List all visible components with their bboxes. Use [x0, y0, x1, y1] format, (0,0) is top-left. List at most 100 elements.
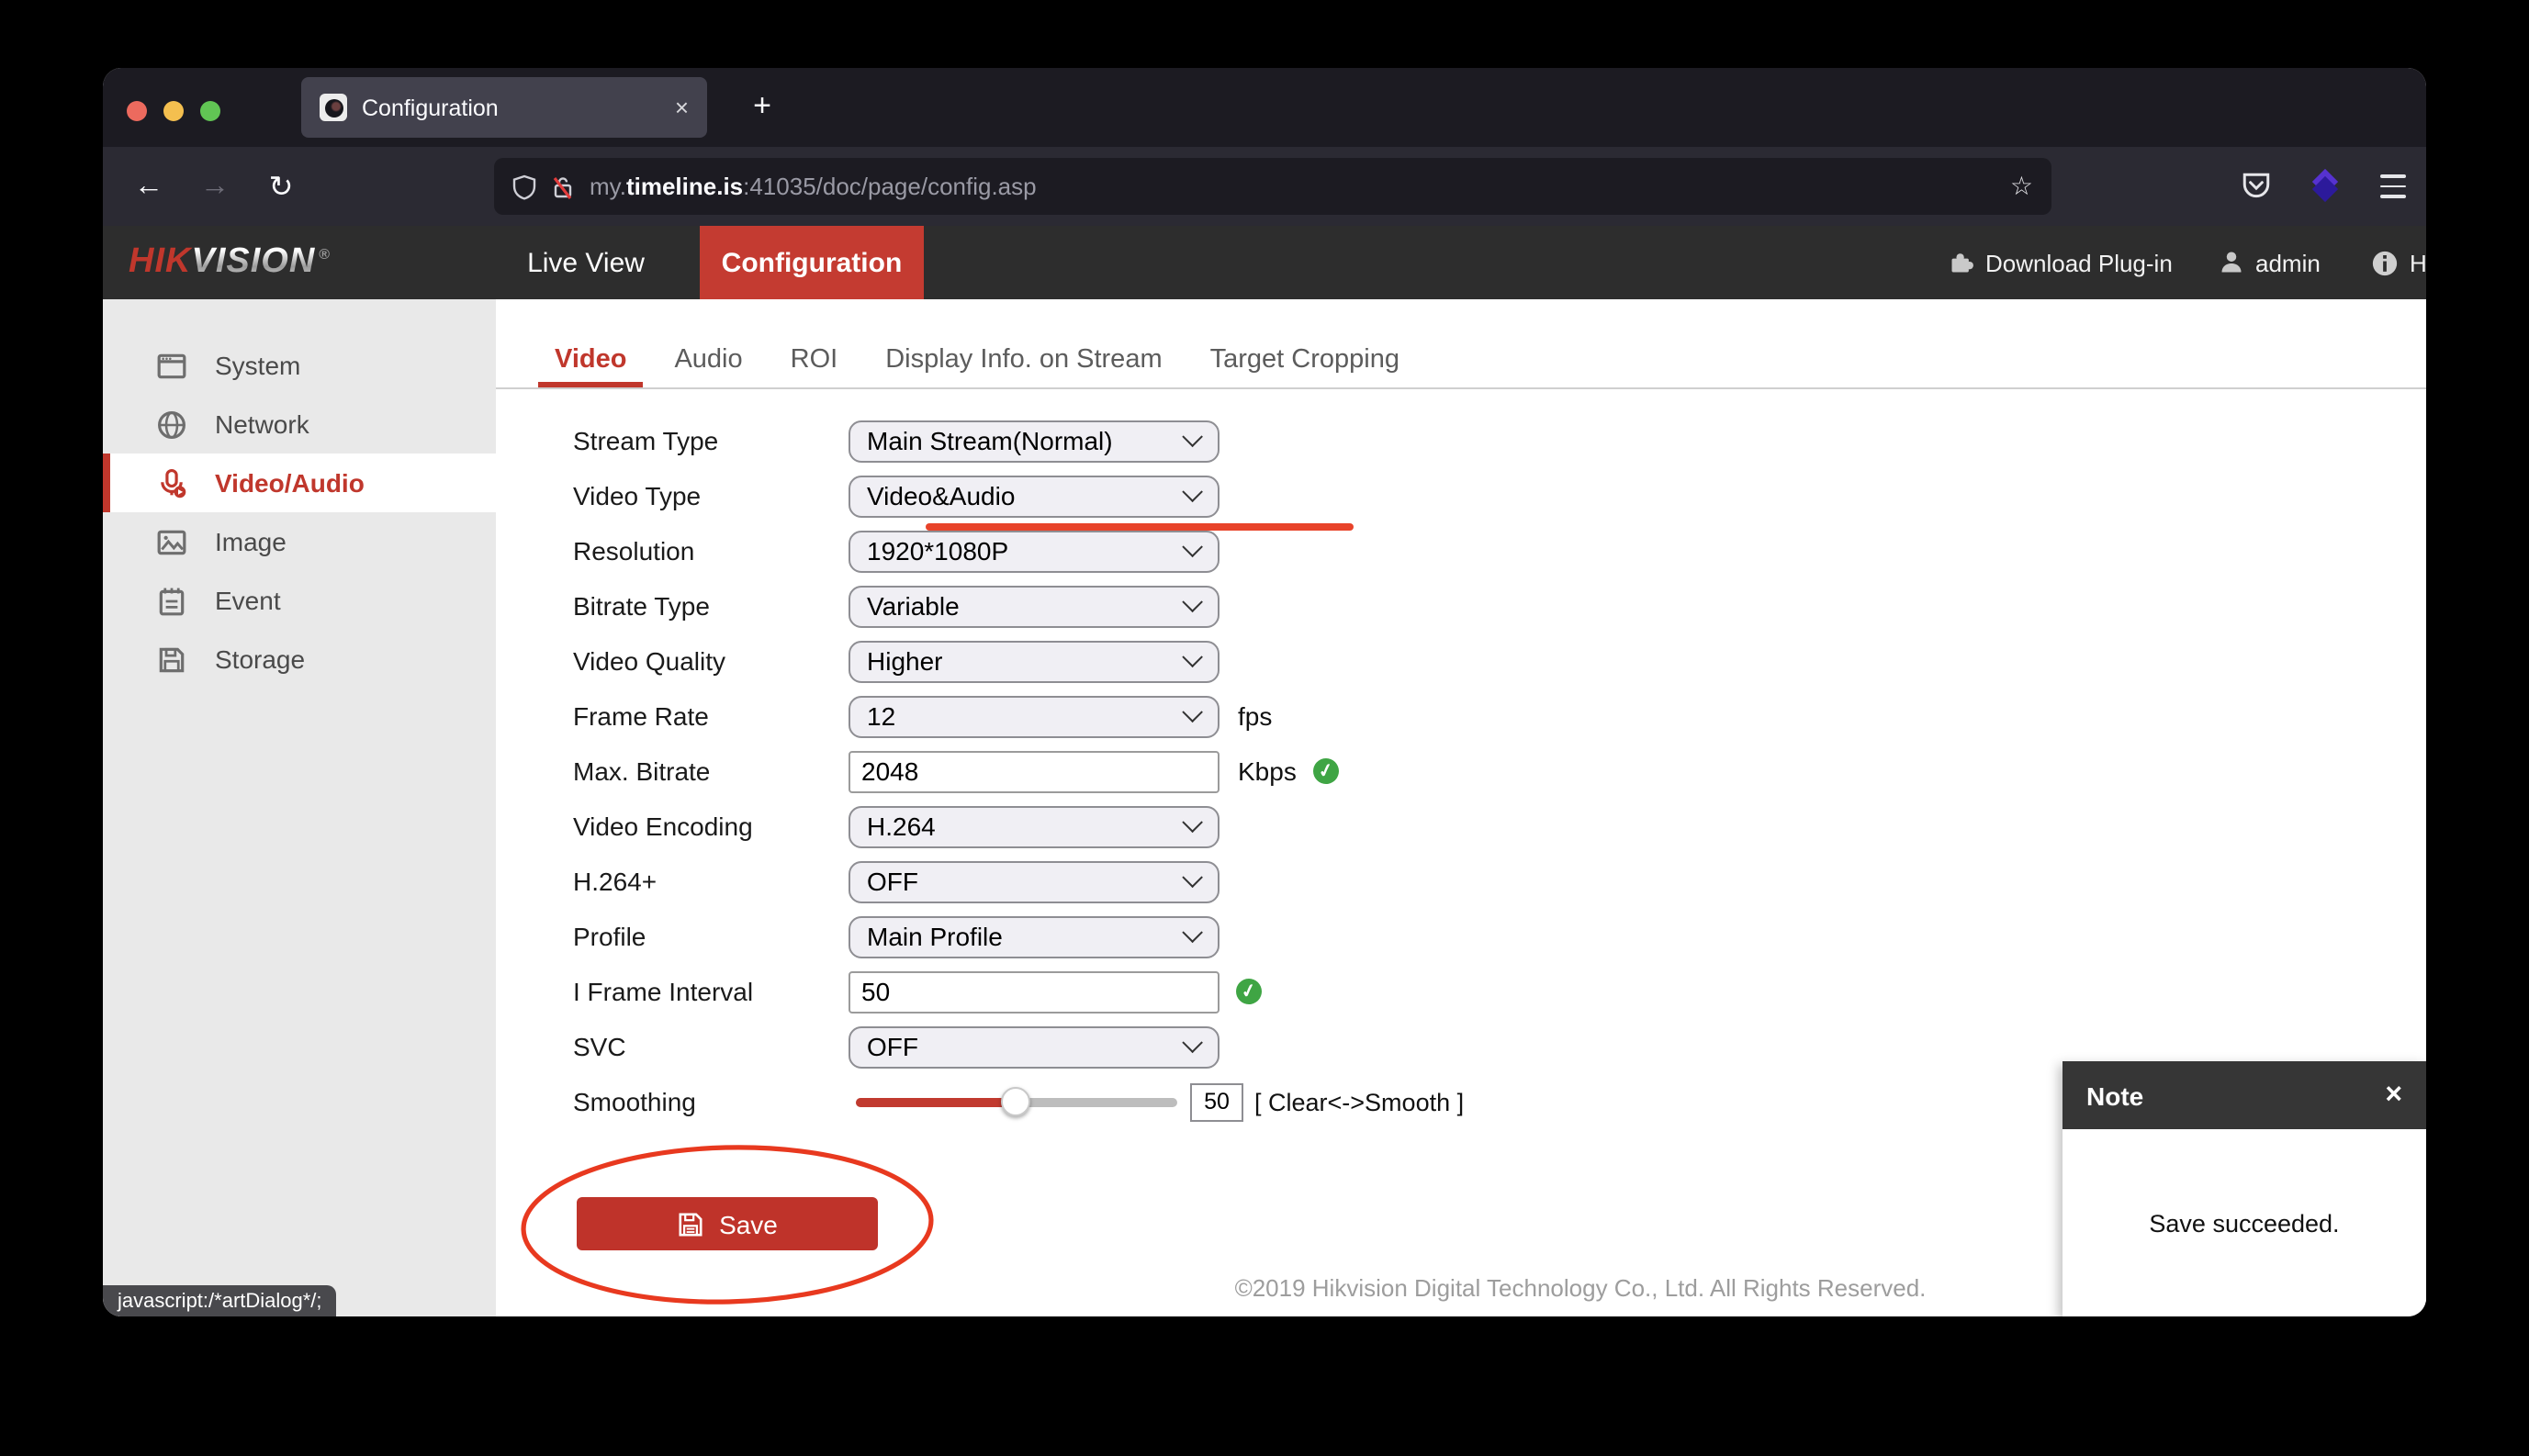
- form-row-stream-type: Stream Type Main Stream(Normal): [496, 413, 2426, 468]
- tab-favicon-camera-icon: [320, 94, 347, 121]
- tab-roi[interactable]: ROI: [791, 330, 838, 387]
- new-tab-button[interactable]: +: [740, 84, 784, 129]
- nav-configuration[interactable]: Configuration: [700, 226, 924, 299]
- browser-window: Configuration × + ← → ↻: [103, 68, 2426, 1316]
- microphone-icon: [156, 467, 187, 498]
- download-plugin-label: Download Plug-in: [1985, 249, 2173, 276]
- close-window-button[interactable]: [127, 101, 147, 121]
- tab-video[interactable]: Video: [555, 330, 626, 387]
- i-frame-interval-input[interactable]: [849, 970, 1220, 1013]
- info-icon: [2371, 249, 2399, 276]
- field-label: Max. Bitrate: [573, 756, 849, 786]
- reload-icon[interactable]: ↻: [257, 147, 305, 226]
- save-button[interactable]: Save: [577, 1197, 878, 1250]
- bitrate-type-select[interactable]: Variable: [849, 585, 1220, 627]
- zoom-window-button[interactable]: [200, 101, 220, 121]
- select-value: Higher: [867, 646, 943, 676]
- select-value: Main Profile: [867, 922, 1003, 951]
- browser-toolbar: ← → ↻ my.timeline.is:41035/doc/page/conf…: [103, 147, 2426, 226]
- select-value: Main Stream(Normal): [867, 426, 1113, 455]
- note-dialog-header: Note ×: [2063, 1061, 2426, 1129]
- field-label: Video Encoding: [573, 812, 849, 841]
- tab-title: Configuration: [362, 95, 664, 120]
- insecure-lock-icon[interactable]: [551, 174, 575, 199]
- download-plugin-button[interactable]: Download Plug-in: [1949, 226, 2173, 299]
- storage-floppy-icon: [156, 644, 187, 675]
- tab-display-info-on-stream[interactable]: Display Info. on Stream: [885, 330, 1162, 387]
- max-bitrate-input[interactable]: [849, 750, 1220, 792]
- form-row-video-quality: Video Quality Higher: [496, 633, 2426, 689]
- sidebar-item-image[interactable]: Image: [103, 512, 496, 571]
- note-dialog-message: Save succeeded.: [2063, 1129, 2426, 1316]
- form-row-frame-rate: Frame Rate 12 fps: [496, 689, 2426, 744]
- smoothing-slider[interactable]: [856, 1097, 1177, 1106]
- user-menu[interactable]: admin: [2219, 226, 2321, 299]
- sidebar-item-event[interactable]: Event: [103, 571, 496, 630]
- minimize-window-button[interactable]: [163, 101, 184, 121]
- user-label: admin: [2255, 249, 2321, 276]
- sidebar-item-storage[interactable]: Storage: [103, 630, 496, 689]
- browser-tabbar: Configuration × +: [103, 68, 2426, 147]
- select-value: Video&Audio: [867, 481, 1015, 510]
- profile-select[interactable]: Main Profile: [849, 915, 1220, 958]
- url-host: timeline.is: [626, 173, 743, 200]
- sidebar-item-network[interactable]: Network: [103, 395, 496, 454]
- field-label: Video Type: [573, 481, 849, 510]
- field-label: Bitrate Type: [573, 591, 849, 621]
- select-value: OFF: [867, 1032, 918, 1061]
- tab-audio[interactable]: Audio: [674, 330, 742, 387]
- form-row-max-bitrate: Max. Bitrate Kbps ✓: [496, 744, 2426, 799]
- user-icon: [2219, 250, 2244, 275]
- sidebar-item-system[interactable]: System: [103, 336, 496, 395]
- svc-select[interactable]: OFF: [849, 1025, 1220, 1068]
- note-dialog: Note × Save succeeded.: [2063, 1061, 2426, 1316]
- form-row-resolution: Resolution 1920*1080P: [496, 523, 2426, 578]
- chevron-down-icon: [1182, 426, 1203, 447]
- save-button-label: Save: [719, 1209, 778, 1238]
- form-row-h264plus: H.264+ OFF: [496, 854, 2426, 909]
- bookmark-star-icon[interactable]: ☆: [2010, 171, 2033, 202]
- sidebar-item-video-audio[interactable]: Video/Audio: [103, 454, 496, 512]
- extension-icon[interactable]: [2305, 167, 2344, 206]
- url-bar[interactable]: my.timeline.is:41035/doc/page/config.asp…: [494, 158, 2051, 215]
- nav-live-view[interactable]: Live View: [503, 226, 669, 299]
- shield-icon[interactable]: [512, 174, 536, 199]
- close-icon[interactable]: ×: [2385, 1079, 2402, 1112]
- video-type-select[interactable]: Video&Audio: [849, 475, 1220, 517]
- resolution-select[interactable]: 1920*1080P: [849, 530, 1220, 572]
- chevron-down-icon: [1182, 591, 1203, 612]
- smoothing-value-box[interactable]: 50: [1190, 1082, 1243, 1121]
- menu-hamburger-icon[interactable]: [2373, 167, 2411, 206]
- note-dialog-title: Note: [2086, 1081, 2143, 1110]
- back-icon[interactable]: ←: [125, 147, 173, 226]
- screenshot-stage: Configuration × + ← → ↻: [0, 0, 2529, 1456]
- stream-type-select[interactable]: Main Stream(Normal): [849, 420, 1220, 462]
- page-tabs: Video Audio ROI Display Info. on Stream …: [496, 299, 2426, 389]
- help-button[interactable]: Help: [2371, 226, 2426, 299]
- pocket-icon[interactable]: [2237, 167, 2276, 206]
- network-globe-icon: [156, 409, 187, 440]
- smoothing-slider-thumb[interactable]: [1000, 1087, 1029, 1116]
- tab-close-icon[interactable]: ×: [675, 94, 689, 121]
- forward-icon[interactable]: →: [191, 147, 239, 226]
- unit-label: Kbps: [1238, 756, 1297, 786]
- browser-tab[interactable]: Configuration ×: [301, 77, 707, 138]
- tab-target-cropping[interactable]: Target Cropping: [1210, 330, 1399, 387]
- video-encoding-select[interactable]: H.264: [849, 805, 1220, 847]
- sidebar-label: Image: [215, 527, 287, 556]
- select-value: Variable: [867, 591, 960, 621]
- save-floppy-icon: [677, 1211, 702, 1237]
- video-quality-select[interactable]: Higher: [849, 640, 1220, 682]
- frame-rate-select[interactable]: 12: [849, 695, 1220, 737]
- form-row-video-type: Video Type Video&Audio: [496, 468, 2426, 523]
- valid-check-icon: ✓: [1233, 976, 1264, 1006]
- puzzle-icon: [1949, 250, 1974, 275]
- help-label: Help: [2410, 249, 2426, 276]
- url-path: :41035/doc/page/config.asp: [743, 173, 1037, 200]
- chevron-down-icon: [1182, 701, 1203, 722]
- h264plus-select[interactable]: OFF: [849, 860, 1220, 902]
- logo-registered-mark: ®: [319, 246, 331, 263]
- field-label: SVC: [573, 1032, 849, 1061]
- chevron-down-icon: [1182, 481, 1203, 502]
- logo-hik: HIK: [129, 242, 191, 283]
